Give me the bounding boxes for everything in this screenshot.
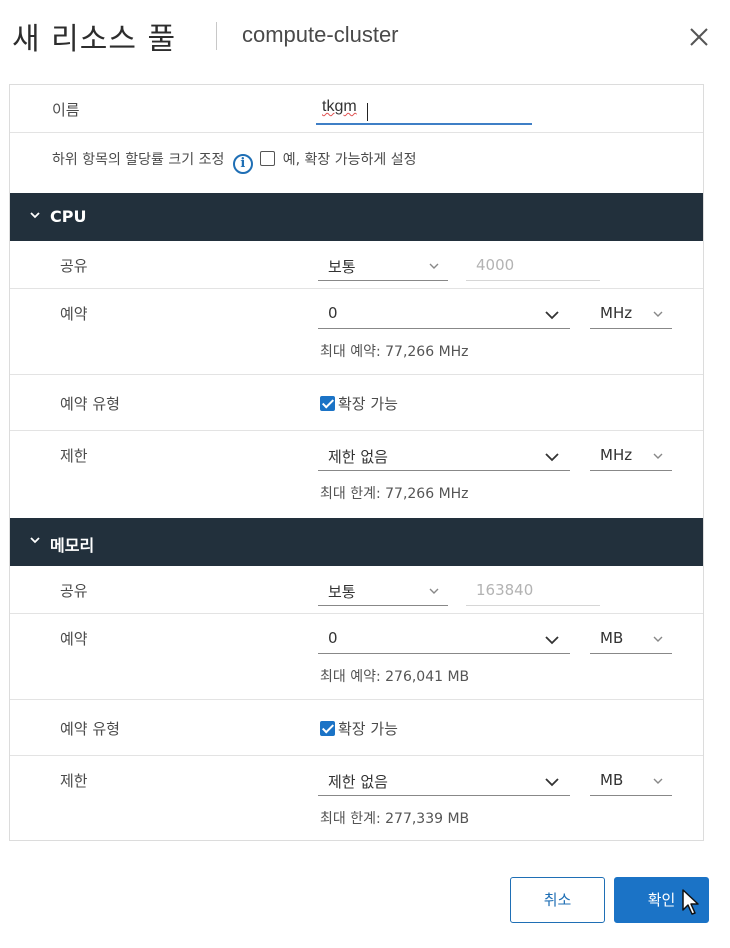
memory-limit-row: 제한 제한 없음 MB 최대 한계: 277,339 MB <box>10 756 703 840</box>
memory-reservation-type-row: 예약 유형 확장 가능 <box>10 700 703 756</box>
cpu-limit-row: 제한 제한 없음 MHz 최대 한계: 77,266 MHz <box>10 431 703 517</box>
close-icon[interactable] <box>684 22 714 52</box>
chevron-down-icon <box>545 778 559 787</box>
cpu-reservation-type-row: 예약 유형 확장 가능 <box>10 375 703 431</box>
cpu-reservation-label: 예약 <box>60 305 88 323</box>
scale-shares-row: 하위 항목의 할당률 크기 조정 i 예, 확장 가능하게 설정 <box>10 133 703 193</box>
chevron-down-icon <box>653 636 663 642</box>
cpu-reservation-hint: 최대 예약: 77,266 MHz <box>320 344 469 360</box>
name-input[interactable]: tkgm <box>316 95 532 125</box>
name-input-value: tkgm <box>322 98 357 115</box>
memory-reservation-unit: MB <box>600 629 624 647</box>
close-button[interactable] <box>684 22 714 52</box>
cpu-limit-hint: 최대 한계: 77,266 MHz <box>320 486 469 502</box>
chevron-down-icon <box>545 636 559 645</box>
memory-limit-unit-select[interactable]: MB <box>590 766 672 796</box>
memory-limit-select[interactable]: 제한 없음 <box>318 766 570 796</box>
memory-limit-unit: MB <box>600 771 624 789</box>
memory-shares-value: 163840 <box>476 581 534 599</box>
chevron-down-icon <box>545 311 559 320</box>
memory-shares-row: 공유 보통 163840 <box>10 566 703 614</box>
cpu-shares-select[interactable]: 보통 <box>318 251 448 281</box>
cpu-limit-label: 제한 <box>60 447 88 465</box>
title-divider <box>216 22 217 50</box>
name-label: 이름 <box>52 101 80 119</box>
memory-reservation-row: 예약 0 MB 최대 예약: 276,041 MB <box>10 614 703 700</box>
memory-expandable-label: 확장 가능 <box>338 720 398 738</box>
scale-shares-checkbox-label: 예, 확장 가능하게 설정 <box>282 152 417 168</box>
cpu-reservation-value: 0 <box>328 304 338 322</box>
name-row: 이름 tkgm <box>10 85 703 133</box>
scale-shares-label: 하위 항목의 할당률 크기 조정 <box>52 152 225 168</box>
memory-limit-value: 제한 없음 <box>328 773 388 791</box>
cpu-reservation-row: 예약 0 MHz 최대 예약: 77,266 MHz <box>10 289 703 375</box>
resource-pool-form: 이름 tkgm 하위 항목의 할당률 크기 조정 i 예, 확장 가능하게 설정… <box>9 84 704 841</box>
memory-limit-label: 제한 <box>60 772 88 790</box>
cpu-section-title: CPU <box>50 207 87 226</box>
cpu-limit-value: 제한 없음 <box>328 448 388 466</box>
cpu-expandable-label: 확장 가능 <box>338 395 398 413</box>
memory-limit-hint: 최대 한계: 277,339 MB <box>320 811 470 827</box>
cpu-section-header[interactable]: CPU <box>10 193 703 241</box>
cpu-expandable-checkbox[interactable] <box>320 396 335 411</box>
memory-section-title: 메모리 <box>50 536 95 555</box>
cpu-reservation-select[interactable]: 0 <box>318 299 570 329</box>
memory-shares-value-input: 163840 <box>466 576 600 606</box>
cpu-limit-unit: MHz <box>600 446 633 464</box>
memory-section-header[interactable]: 메모리 <box>10 518 703 566</box>
scale-shares-checkbox[interactable] <box>260 151 276 166</box>
cpu-shares-value-input: 4000 <box>466 251 600 281</box>
cpu-limit-select[interactable]: 제한 없음 <box>318 441 570 471</box>
memory-reservation-select[interactable]: 0 <box>318 624 570 654</box>
memory-reservation-type-label: 예약 유형 <box>60 720 120 738</box>
memory-shares-level: 보통 <box>328 583 356 601</box>
dialog-subtitle: compute-cluster <box>242 22 399 47</box>
dialog-header: 새 리소스 풀 compute-cluster <box>0 0 730 72</box>
cpu-limit-unit-select[interactable]: MHz <box>590 441 672 471</box>
cpu-reservation-unit-select[interactable]: MHz <box>590 299 672 329</box>
mouse-pointer-icon <box>682 889 699 915</box>
cpu-shares-value: 4000 <box>476 256 515 274</box>
chevron-down-icon <box>429 588 439 594</box>
memory-shares-select[interactable]: 보통 <box>318 576 448 606</box>
chevron-down-icon <box>30 212 40 219</box>
chevron-down-icon <box>653 778 663 784</box>
chevron-down-icon <box>545 453 559 462</box>
chevron-down-icon <box>653 311 663 317</box>
cancel-button[interactable]: 취소 <box>510 877 605 923</box>
cpu-shares-label: 공유 <box>60 257 88 275</box>
chevron-down-icon <box>653 453 663 459</box>
cpu-shares-row: 공유 보통 4000 <box>10 241 703 289</box>
cpu-reservation-unit: MHz <box>600 304 633 322</box>
dialog-title: 새 리소스 풀 <box>12 22 177 57</box>
memory-expandable-checkbox[interactable] <box>320 721 335 736</box>
chevron-down-icon <box>429 263 439 269</box>
chevron-down-icon <box>30 537 40 544</box>
text-caret <box>367 103 368 121</box>
cpu-reservation-type-label: 예약 유형 <box>60 395 120 413</box>
info-icon[interactable]: i <box>232 154 253 174</box>
memory-reservation-label: 예약 <box>60 630 88 648</box>
memory-reservation-unit-select[interactable]: MB <box>590 624 672 654</box>
memory-reservation-value: 0 <box>328 629 338 647</box>
memory-reservation-hint: 최대 예약: 276,041 MB <box>320 669 470 685</box>
cpu-shares-level: 보통 <box>328 258 356 276</box>
memory-shares-label: 공유 <box>60 582 88 600</box>
